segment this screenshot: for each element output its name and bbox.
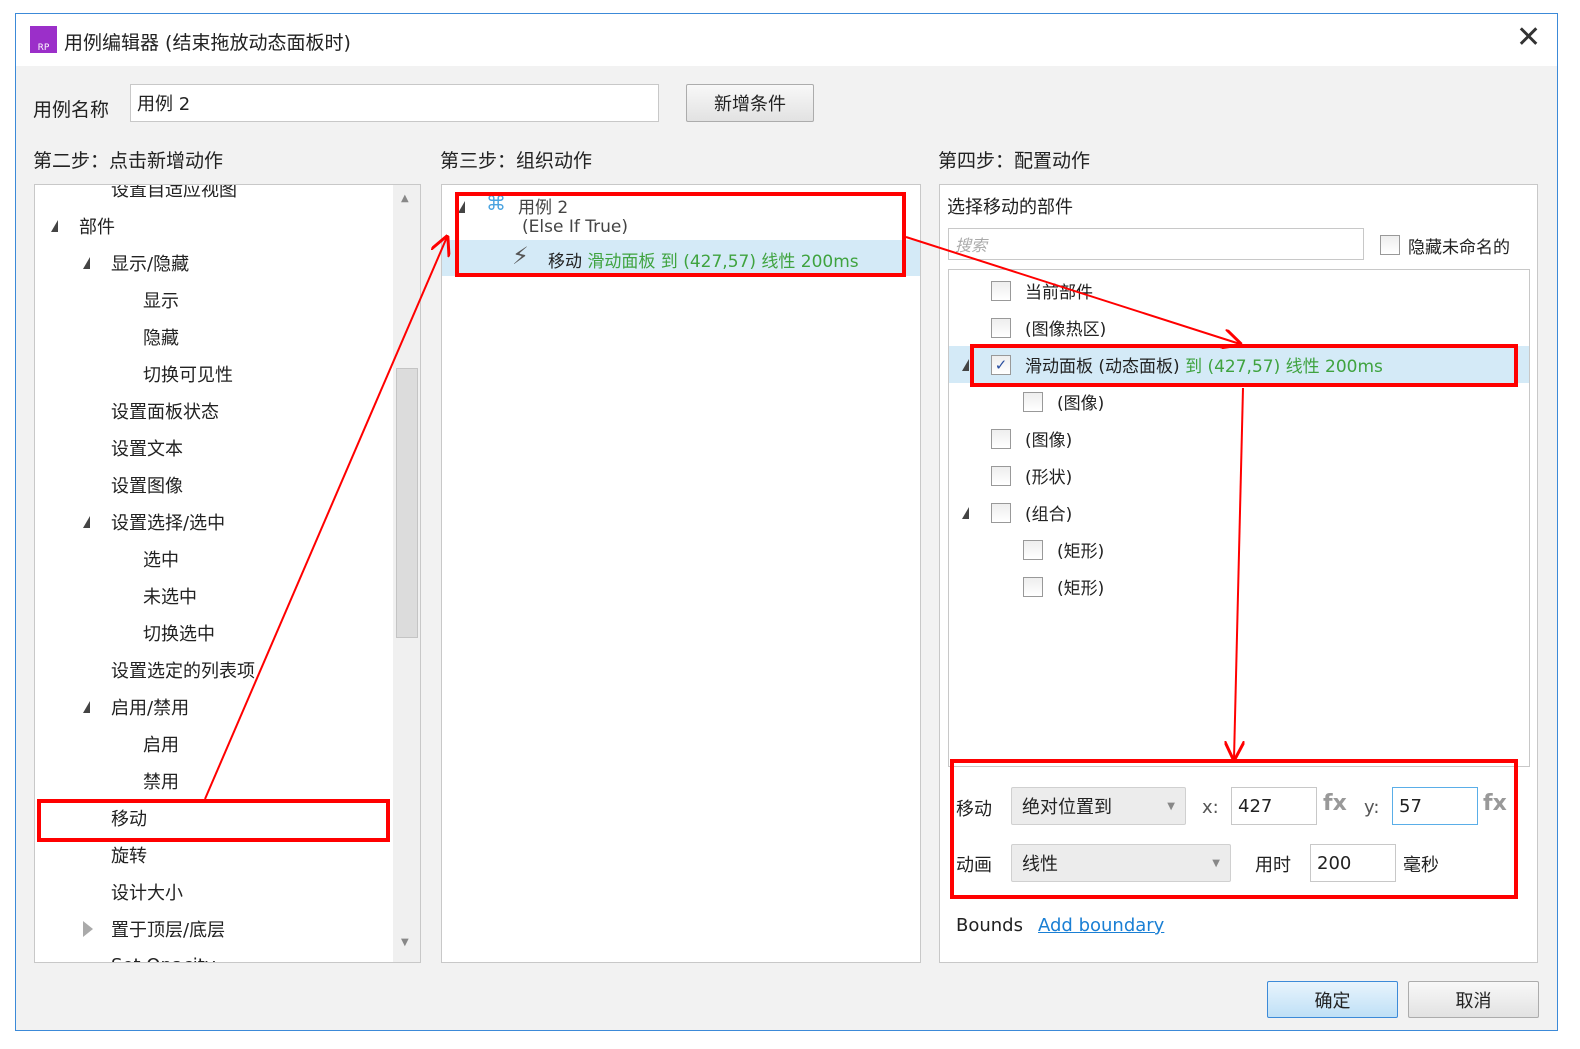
annotation-arrows <box>204 0 1580 800</box>
arrow-move-to-case <box>204 237 447 800</box>
arrow-widget-to-config <box>1234 387 1243 759</box>
arrow-case-to-widget <box>905 236 1240 344</box>
